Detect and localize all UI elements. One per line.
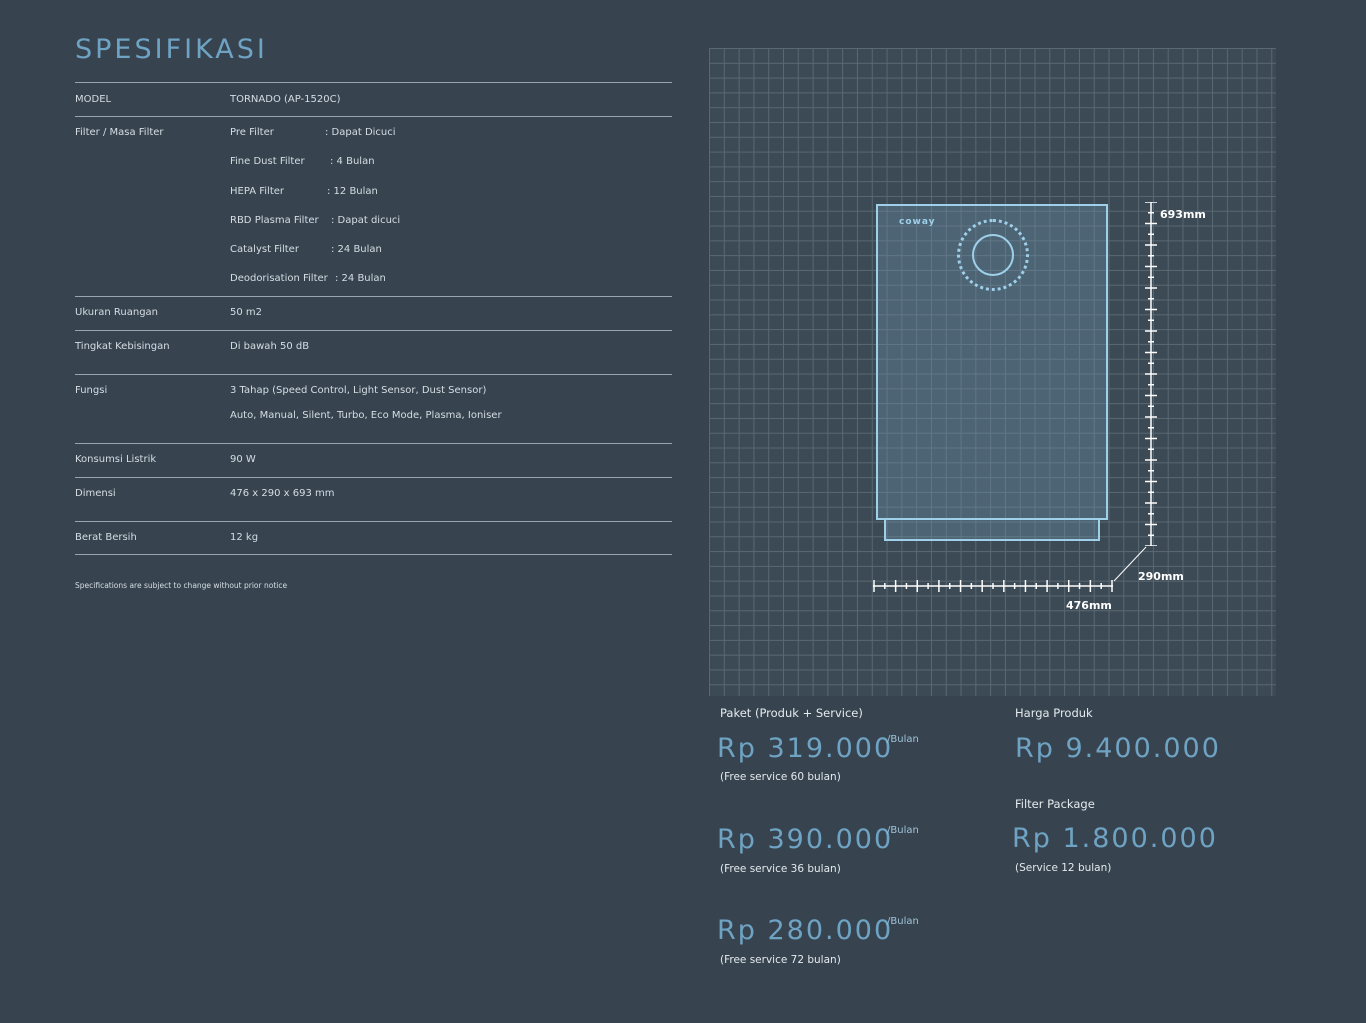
filter-name: Pre Filter xyxy=(230,127,274,138)
filter-name: Fine Dust Filter xyxy=(230,156,305,167)
spec-value: 50 m2 xyxy=(230,307,263,318)
spec-label: MODEL xyxy=(75,94,112,105)
spec-label: Konsumsi Listrik xyxy=(75,454,157,465)
spec-value: TORNADO (AP-1520C) xyxy=(230,94,341,105)
plan-price: Rp 390.000 xyxy=(717,824,894,855)
filter-value: : 4 Bulan xyxy=(330,156,375,167)
height-ruler xyxy=(1145,202,1157,546)
package-label: Paket (Produk + Service) xyxy=(720,706,863,720)
filter-name: HEPA Filter xyxy=(230,186,285,197)
filter-name: RBD Plasma Filter xyxy=(230,215,319,226)
page-title: SPESIFIKASI xyxy=(75,34,268,65)
plan-note: (Free service 72 bulan) xyxy=(720,954,841,966)
per-month-label: /Bulan xyxy=(887,734,919,745)
filter-item: Catalyst Filter : 24 Bulan xyxy=(230,244,382,255)
product-price-label: Harga Produk xyxy=(1015,706,1093,720)
filter-item: HEPA Filter : 12 Bulan xyxy=(230,186,378,197)
spec-label: Ukuran Ruangan xyxy=(75,307,159,318)
disclaimer-note: Specifications are subject to change wit… xyxy=(75,581,288,590)
spec-value: 476 x 290 x 693 mm xyxy=(230,488,335,499)
filter-value: : Dapat dicuci xyxy=(331,215,401,226)
filter-item: RBD Plasma Filter : Dapat dicuci xyxy=(230,215,400,226)
per-month-label: /Bulan xyxy=(887,825,919,836)
product-price: Rp 9.400.000 xyxy=(1015,733,1221,764)
spec-value: 3 Tahap (Speed Control, Light Sensor, Du… xyxy=(230,385,487,396)
spec-table: MODEL TORNADO (AP-1520C) Filter / Masa F… xyxy=(75,82,672,555)
per-month-label: /Bulan xyxy=(887,916,919,927)
spec-value: Auto, Manual, Silent, Turbo, Eco Mode, P… xyxy=(230,410,502,421)
spec-row-model: MODEL TORNADO (AP-1520C) xyxy=(75,82,672,116)
spec-value: 90 W xyxy=(230,454,256,465)
filter-item: Fine Dust Filter : 4 Bulan xyxy=(230,156,375,167)
height-dimension: 693mm xyxy=(1160,208,1206,221)
spec-row-power: Konsumsi Listrik 90 W xyxy=(75,443,672,477)
filter-value: : Dapat Dicuci xyxy=(325,127,396,138)
spec-value: 12 kg xyxy=(230,532,259,543)
filter-value: : 12 Bulan xyxy=(327,186,378,197)
spec-row-function: Fungsi 3 Tahap (Speed Control, Light Sen… xyxy=(75,374,672,443)
filter-name: Catalyst Filter xyxy=(230,244,299,255)
filter-package-note: (Service 12 bulan) xyxy=(1015,862,1112,874)
plan-price: Rp 319.000 xyxy=(717,733,894,764)
spec-row-weight: Berat Bersih 12 kg xyxy=(75,521,672,555)
plan-price: Rp 280.000 xyxy=(717,915,894,946)
filter-value: : 24 Bulan xyxy=(331,244,382,255)
filter-package-price: Rp 1.800.000 xyxy=(1012,823,1218,854)
spec-label: Fungsi xyxy=(75,385,108,396)
spec-label: Tingkat Kebisingan xyxy=(75,341,170,352)
width-ruler xyxy=(873,580,1113,592)
plan-note: (Free service 36 bulan) xyxy=(720,863,841,875)
plan-note: (Free service 60 bulan) xyxy=(720,771,841,783)
spec-label: Filter / Masa Filter xyxy=(75,127,164,138)
brand-logo: coway xyxy=(899,217,936,227)
spec-label: Dimensi xyxy=(75,488,116,499)
spec-row-filter: Filter / Masa Filter Pre Filter : Dapat D… xyxy=(75,116,672,296)
purifier-base xyxy=(884,520,1100,541)
width-dimension: 476mm xyxy=(1066,599,1112,612)
filter-package-label: Filter Package xyxy=(1015,797,1095,811)
spec-label: Berat Bersih xyxy=(75,532,137,543)
filter-item: Deodorisation Filter : 24 Bulan xyxy=(230,273,386,284)
spec-row-noise: Tingkat Kebisingan Di bawah 50 dB xyxy=(75,330,672,374)
depth-dimension: 290mm xyxy=(1138,570,1184,583)
fan-center-icon xyxy=(972,234,1014,276)
filter-name: Deodorisation Filter xyxy=(230,273,328,284)
filter-value: : 24 Bulan xyxy=(335,273,386,284)
filter-item: Pre Filter : Dapat Dicuci xyxy=(230,127,396,138)
spec-row-room: Ukuran Ruangan 50 m2 xyxy=(75,296,672,330)
spec-value: Di bawah 50 dB xyxy=(230,341,310,352)
spec-row-dimension: Dimensi 476 x 290 x 693 mm xyxy=(75,477,672,521)
